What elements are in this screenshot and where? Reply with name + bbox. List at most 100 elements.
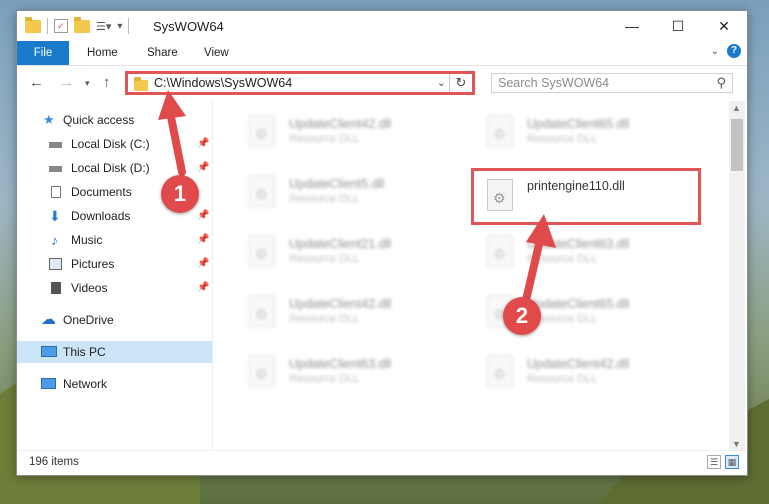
properties-icon[interactable]: ✓ (54, 19, 68, 33)
item-count: 196 items (29, 456, 79, 468)
film-icon (51, 282, 61, 294)
new-folder-icon[interactable] (74, 16, 90, 33)
back-arrow-icon[interactable]: ← (29, 74, 44, 91)
file-item[interactable]: UpdateClient42.dll Resource DLL (237, 287, 437, 335)
sidebar-item-pictures[interactable]: Pictures 📌 (17, 253, 212, 275)
tab-view[interactable]: View (204, 41, 229, 65)
file-item[interactable]: UpdateClient63.dll Resource DLL (237, 347, 437, 395)
drive-icon (49, 142, 62, 148)
sidebar-item-label: Music (71, 233, 103, 247)
scroll-down-icon[interactable]: ▼ (732, 439, 741, 449)
file-item[interactable]: UpdateClient63.dll Resource DLL (475, 227, 675, 275)
file-type: Resource DLL (289, 193, 360, 205)
navigation-bar: ← → ▾ ↑ C:\Windows\SysWOW64 ⌄ ↻ Search S… (17, 66, 747, 100)
scroll-thumb[interactable] (731, 119, 743, 171)
network-icon (41, 378, 56, 389)
sidebar-item-onedrive[interactable]: ☁ OneDrive (17, 309, 212, 331)
sidebar-item-quick-access[interactable]: ★ Quick access (17, 109, 212, 131)
drive-icon (49, 166, 62, 172)
sidebar-item-label: Videos (71, 281, 108, 295)
pin-icon: 📌 (197, 282, 210, 293)
file-name: UpdateClient65.dll (527, 297, 630, 311)
status-bar: 196 items ☰ ▦ (17, 450, 747, 475)
pin-icon: 📌 (197, 258, 210, 269)
dll-file-icon (487, 115, 513, 147)
minimize-button[interactable]: — (609, 11, 655, 41)
scroll-up-icon[interactable]: ▲ (732, 103, 741, 113)
documents-icon (51, 186, 61, 198)
tab-home[interactable]: Home (87, 41, 118, 65)
address-path[interactable]: C:\Windows\SysWOW64 (154, 76, 292, 90)
search-box[interactable]: Search SysWOW64 ⚲ (491, 73, 733, 93)
separator (128, 18, 130, 34)
pin-icon: 📌 (197, 234, 210, 245)
pin-icon: 📌 (197, 210, 210, 221)
tab-file[interactable]: File (17, 41, 69, 65)
file-item[interactable]: UpdateClient21.dll Resource DLL (237, 227, 437, 275)
sidebar-item-label: Downloads (71, 209, 131, 223)
sidebar-item-this-pc[interactable]: This PC (17, 341, 212, 363)
window-controls: — ☐ ✕ (609, 11, 747, 41)
address-bar[interactable]: C:\Windows\SysWOW64 ⌄ ↻ (125, 71, 475, 95)
file-item[interactable]: UpdateClient42.dll Resource DLL (237, 107, 437, 155)
vertical-scrollbar[interactable]: ▲ ▼ (729, 101, 745, 451)
file-item[interactable]: UpdateClient65.dll Resource DLL (475, 107, 675, 155)
expand-ribbon-icon[interactable]: ⌄ (711, 46, 719, 57)
sidebar-item-network[interactable]: Network (17, 373, 212, 395)
sidebar-item-local-disk-c[interactable]: Local Disk (C:) 📌 (17, 133, 212, 155)
music-note-icon: ♪ (51, 232, 58, 248)
folder-icon (134, 77, 148, 91)
sidebar-item-label: Quick access (63, 113, 135, 127)
file-name: UpdateClient5.dll (289, 177, 385, 191)
forward-arrow-icon[interactable]: → (59, 74, 74, 91)
explorer-window: ✓ ☰▾ ▾ SysWOW64 — ☐ ✕ File Home Share Vi… (16, 10, 748, 476)
customize-icon[interactable]: ☰▾ (96, 20, 111, 33)
search-icon[interactable]: ⚲ (716, 75, 726, 91)
ribbon-controls: ⌄ ? (711, 44, 741, 58)
step-badge-1: 1 (161, 175, 199, 213)
sidebar-item-label: Local Disk (D:) (71, 161, 150, 175)
dll-file-icon (249, 355, 275, 387)
file-type: Resource DLL (289, 373, 360, 385)
details-view-icon[interactable]: ☰ (707, 455, 721, 469)
sidebar-item-label: Pictures (71, 257, 115, 271)
sidebar-item-music[interactable]: ♪ Music 📌 (17, 229, 212, 251)
pin-icon: 📌 (197, 162, 210, 173)
file-item[interactable]: UpdateClient42.dll Resource DLL (475, 347, 675, 395)
view-switcher: ☰ ▦ (707, 455, 739, 469)
sidebar-item-label: Network (63, 377, 108, 391)
window-title: SysWOW64 (153, 19, 224, 34)
search-input[interactable]: Search SysWOW64 (498, 76, 609, 90)
ribbon: File Home Share View ⌄ ? (17, 41, 747, 66)
dll-file-icon (487, 355, 513, 387)
chevron-down-icon[interactable]: ⌄ (437, 76, 446, 89)
quick-access-toolbar: ✓ ☰▾ ▾ (25, 16, 130, 35)
help-icon[interactable]: ? (727, 44, 741, 58)
pictures-icon (49, 258, 62, 270)
dll-file-icon (249, 175, 275, 207)
sidebar-item-label: OneDrive (63, 313, 114, 327)
chevron-down-icon[interactable]: ▾ (117, 21, 122, 32)
sidebar-item-label: This PC (63, 345, 106, 359)
up-arrow-icon[interactable]: ↑ (103, 74, 111, 91)
maximize-button[interactable]: ☐ (655, 11, 701, 41)
download-arrow-icon: ⬇ (49, 208, 61, 224)
pin-icon: 📌 (197, 138, 210, 149)
file-name: UpdateClient21.dll (289, 237, 392, 251)
dll-file-icon (249, 295, 275, 327)
dll-file-icon (487, 235, 513, 267)
refresh-icon[interactable]: ↻ (449, 74, 472, 92)
file-name: UpdateClient42.dll (289, 297, 392, 311)
tiles-view-icon[interactable]: ▦ (725, 455, 739, 469)
sidebar-item-videos[interactable]: Videos 📌 (17, 277, 212, 299)
file-list: UpdateClient42.dll Resource DLL UpdateCl… (213, 101, 727, 451)
tab-share[interactable]: Share (147, 41, 178, 65)
step-badge-2: 2 (503, 297, 541, 335)
file-item[interactable]: UpdateClient5.dll Resource DLL (237, 167, 437, 215)
monitor-icon (41, 346, 57, 357)
folder-icon[interactable] (25, 16, 41, 33)
file-name: UpdateClient63.dll (289, 357, 392, 371)
recent-locations-icon[interactable]: ▾ (85, 78, 90, 89)
file-type: Resource DLL (527, 373, 598, 385)
close-button[interactable]: ✕ (701, 11, 747, 41)
